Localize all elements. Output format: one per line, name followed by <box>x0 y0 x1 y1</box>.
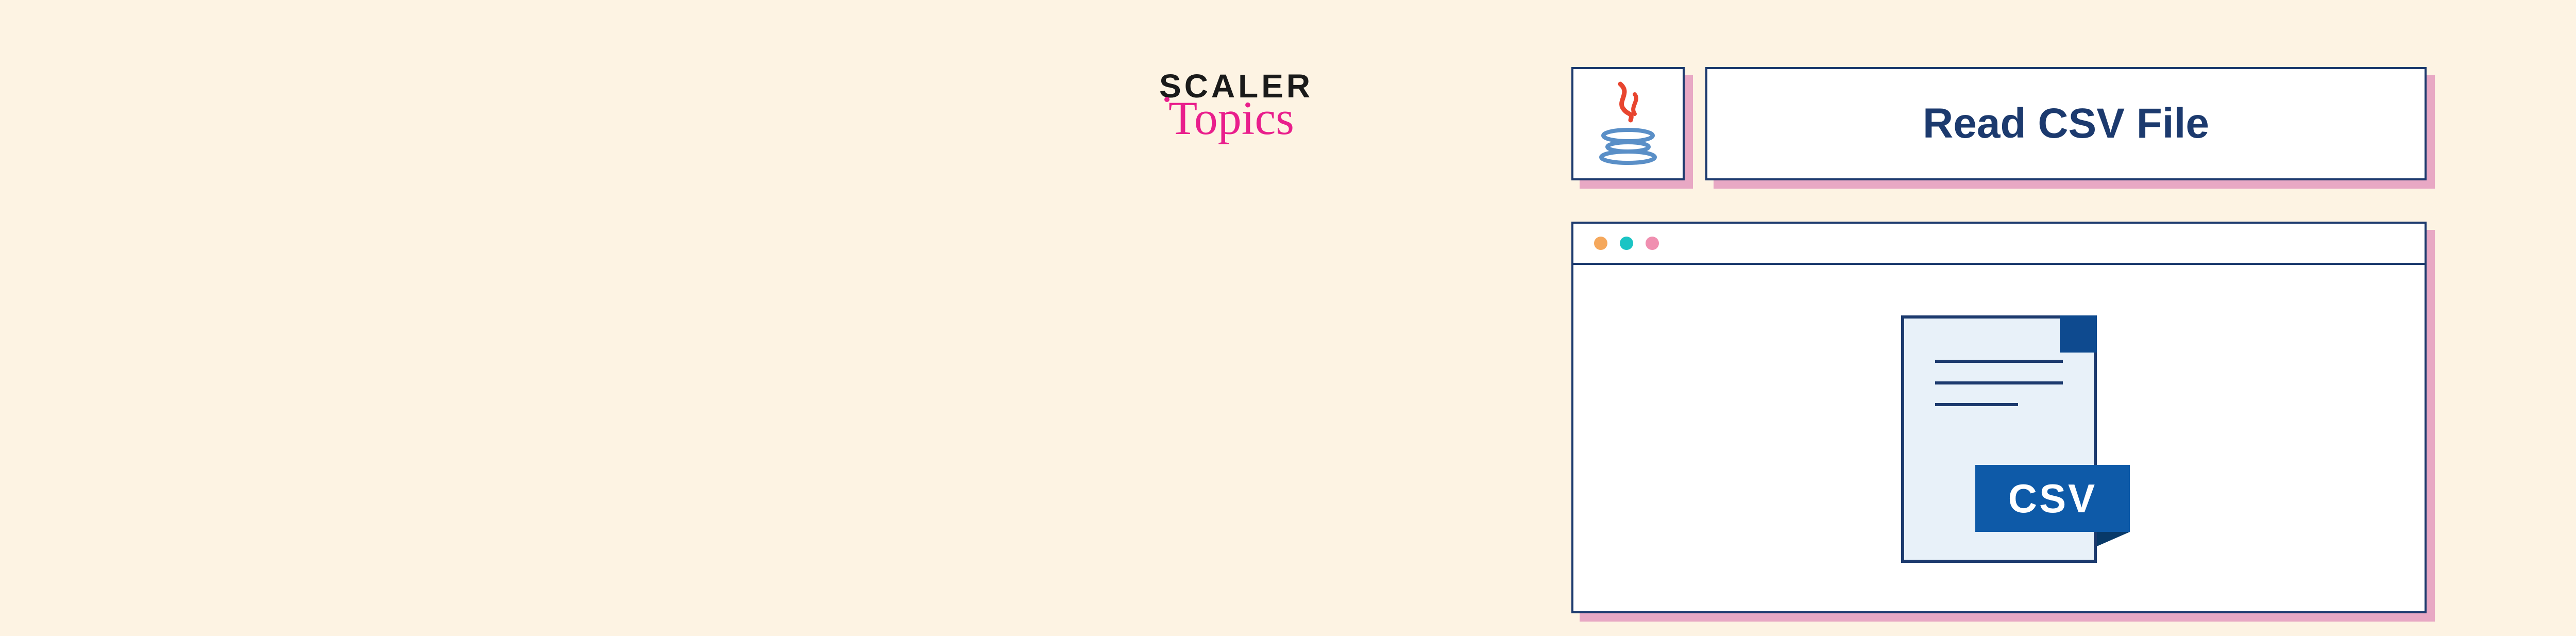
csv-badge: CSV <box>1975 465 2130 532</box>
csv-badge-label: CSV <box>2008 475 2097 522</box>
java-icon <box>1595 80 1662 168</box>
file-fold-corner <box>2060 315 2097 353</box>
java-icon-box <box>1571 67 1685 180</box>
title-box: Read CSV File <box>1705 67 2427 180</box>
file-text-line <box>1935 381 2063 384</box>
page-title: Read CSV File <box>1923 99 2209 148</box>
browser-window-card: CSV <box>1571 222 2427 613</box>
logo-line2: Topics <box>1168 91 1313 145</box>
window-body: CSV <box>1573 265 2425 613</box>
file-text-line <box>1935 360 2063 363</box>
scaler-topics-logo: SCALER Topics <box>1159 67 1313 145</box>
header-row: Read CSV File <box>1571 67 2427 180</box>
window-titlebar <box>1573 224 2425 265</box>
file-text-line <box>1935 403 2018 406</box>
title-card: Read CSV File <box>1705 67 2427 180</box>
file-lines <box>1935 360 2063 425</box>
traffic-light-minimize-icon <box>1620 237 1633 250</box>
icon-card <box>1571 67 1685 180</box>
traffic-light-close-icon <box>1594 237 1607 250</box>
browser-window: CSV <box>1571 222 2427 613</box>
csv-file-icon: CSV <box>1901 315 2097 563</box>
traffic-light-zoom-icon <box>1646 237 1659 250</box>
